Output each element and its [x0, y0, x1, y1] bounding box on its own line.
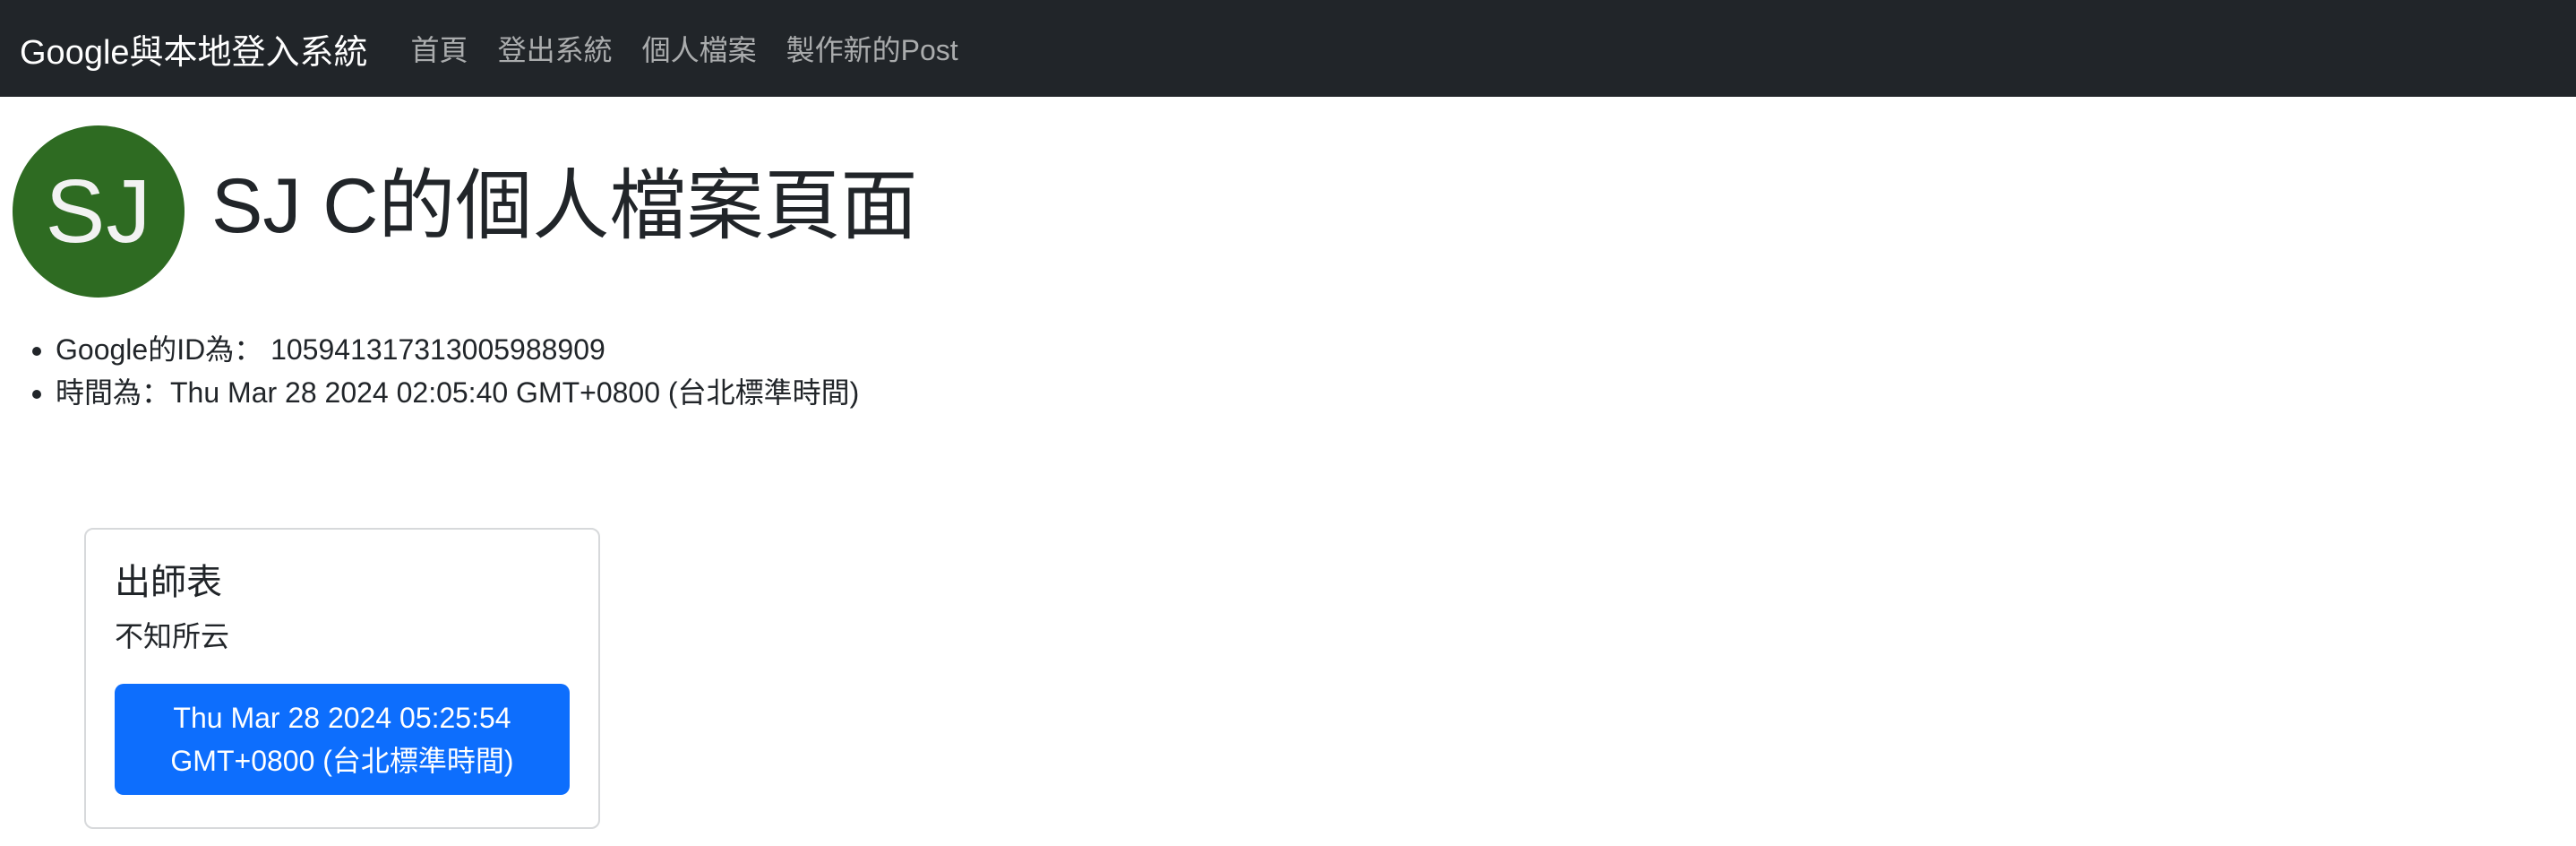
nav-links: 首頁 登出系統 個人檔案 製作新的Post	[411, 28, 988, 69]
post-title: 出師表	[115, 563, 222, 602]
top-navbar: Google與本地登入系統 首頁 登出系統 個人檔案 製作新的Post	[0, 0, 2576, 97]
page-title: SJ C的個人檔案頁面	[211, 163, 918, 249]
nav-link-profile[interactable]: 個人檔案	[642, 28, 757, 69]
avatar-initials: SJ	[45, 160, 152, 262]
time-text: 時間為：Thu Mar 28 2024 02:05:40 GMT+0800 (台…	[56, 376, 860, 409]
nav-link-logout[interactable]: 登出系統	[498, 28, 613, 69]
list-item-time: 時間為：Thu Mar 28 2024 02:05:40 GMT+0800 (台…	[56, 371, 859, 414]
post-date-button[interactable]: Thu Mar 28 2024 05:25:54 GMT+0800 (台北標準時…	[115, 684, 570, 795]
list-item-google-id: Google的ID為： 105941317313005988909	[56, 328, 859, 371]
nav-link-new-post[interactable]: 製作新的Post	[786, 28, 958, 69]
nav-link-home[interactable]: 首頁	[411, 28, 468, 69]
google-id-text: Google的ID為： 105941317313005988909	[56, 333, 605, 366]
post-date-line2: GMT+0800 (台北標準時間)	[170, 745, 514, 777]
profile-info-list: Google的ID為： 105941317313005988909 時間為：Th…	[56, 328, 859, 414]
profile-avatar: SJ	[13, 125, 185, 298]
post-card: 出師表 不知所云 Thu Mar 28 2024 05:25:54 GMT+08…	[84, 528, 600, 829]
post-date-line1: Thu Mar 28 2024 05:25:54	[173, 702, 511, 734]
navbar-brand[interactable]: Google與本地登入系統	[20, 24, 368, 73]
post-content: 不知所云	[115, 620, 230, 652]
